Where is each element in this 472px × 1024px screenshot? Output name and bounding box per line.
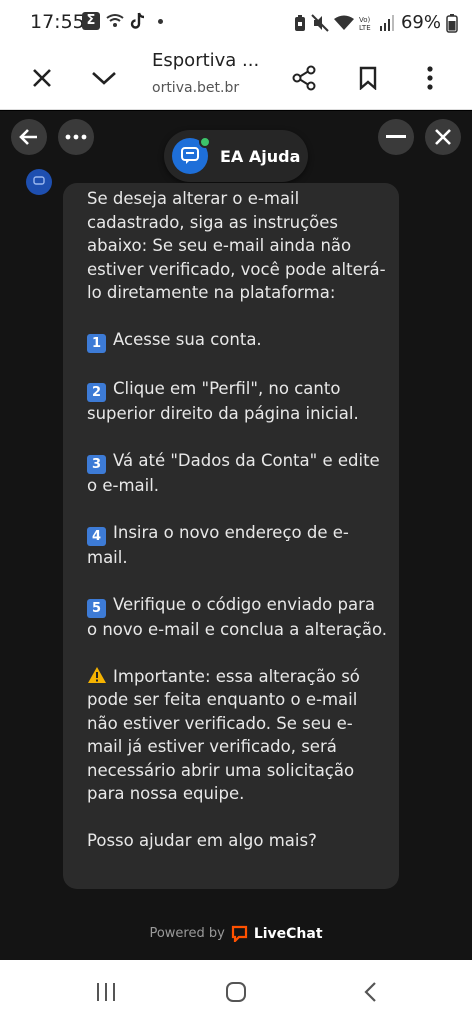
recents-button[interactable] (84, 976, 128, 1008)
step-3: 3 Vá até "Dados da Conta" e edite o e-mai… (87, 449, 387, 498)
expand-button[interactable] (82, 56, 126, 100)
step-4: 4 Insira o novo endereço de e-mail. (87, 521, 387, 570)
closing-question: Posso ajudar em algo mais? (87, 831, 317, 850)
chat-bubble-icon (33, 176, 45, 185)
warning-icon (88, 666, 106, 683)
page-title[interactable]: Esportiva ... (152, 50, 259, 71)
wifi-call-icon (106, 14, 124, 27)
step-text: Vá até "Dados da Conta" e edite o e-mail… (87, 450, 380, 495)
signal-icon (379, 14, 394, 31)
agent-avatar (172, 136, 211, 174)
recents-icon (97, 983, 115, 1001)
volte-icon: Vo)LTE (359, 16, 371, 32)
message-intro: Se deseja alterar o e-mail cadastrado, s… (87, 189, 386, 302)
svg-text:LTE: LTE (359, 24, 371, 32)
online-status-dot (199, 136, 211, 148)
important-note: Importante: essa alteração só pode ser f… (87, 665, 387, 806)
important-text: Importante: essa alteração só pode ser f… (87, 666, 360, 804)
android-nav-bar (0, 960, 472, 1024)
livechat-brand: LiveChat (253, 925, 323, 942)
keycap-1-icon: 1 (87, 334, 106, 353)
minimize-icon (386, 135, 406, 138)
more-horiz-icon (65, 134, 87, 140)
nav-back-button[interactable] (348, 976, 392, 1008)
chat-widget: EA Ajuda Se deseja alterar o e-mail cada… (0, 111, 472, 960)
back-icon (364, 982, 376, 1002)
step-text: Verifique o código enviado para o novo e… (87, 594, 387, 639)
battery-percent: 69% (400, 12, 441, 33)
livechat-logo-icon (231, 925, 247, 942)
status-time: 17:55 (30, 11, 85, 33)
message-avatar (26, 169, 52, 195)
step-text: Insira o novo endereço de e-mail. (87, 522, 349, 567)
notification-icons: Σ (82, 12, 163, 30)
keycap-3-icon: 3 (87, 454, 106, 474)
keycap-2-icon: 2 (87, 382, 106, 402)
bookmark-button[interactable] (346, 56, 390, 100)
share-button[interactable] (282, 56, 326, 100)
browser-toolbar: Esportiva ... ortiva.bet.br (0, 46, 472, 110)
step-1: 1 Acesse sua conta. (87, 328, 387, 353)
agent-name: EA Ajuda (220, 146, 301, 166)
system-icons: Vo) LTE 69% (294, 12, 458, 33)
more-vert-icon (427, 66, 433, 90)
battery-icon (446, 13, 458, 33)
home-button[interactable] (214, 976, 258, 1008)
svg-text:Vo): Vo) (359, 16, 371, 24)
page-url[interactable]: ortiva.bet.br (152, 80, 239, 96)
status-bar: 17:55 Σ Vo) LTE 69% (0, 0, 472, 46)
home-icon (226, 982, 246, 1002)
keycap-5-icon: 5 (87, 598, 106, 618)
chevron-down-icon (92, 72, 116, 85)
step-5: 5 Verifique o código enviado para o novo … (87, 593, 387, 642)
mute-icon (311, 13, 329, 32)
sigma-app-icon: Σ (82, 12, 100, 30)
back-button[interactable] (11, 119, 47, 155)
more-options-button[interactable] (408, 56, 452, 100)
bookmark-icon (359, 66, 377, 90)
agent-message: Se deseja alterar o e-mail cadastrado, s… (63, 183, 399, 889)
arrow-left-icon (19, 129, 37, 145)
wifi-icon (333, 15, 354, 30)
powered-by-footer[interactable]: Powered by LiveChat (0, 925, 472, 942)
close-button[interactable] (20, 56, 64, 100)
close-icon (435, 129, 451, 145)
keycap-4-icon: 4 (87, 526, 106, 546)
close-chat-button[interactable] (425, 119, 461, 155)
battery-saver-icon (294, 14, 305, 31)
dot-icon (158, 18, 163, 24)
powered-by-text: Powered by (149, 926, 225, 941)
step-text: Acesse sua conta. (113, 330, 262, 349)
chat-bubble-icon (181, 147, 199, 164)
minimize-button[interactable] (378, 119, 414, 155)
step-text: Clique em "Perfil", no canto superior di… (87, 378, 359, 423)
step-2: 2 Clique em "Perfil", no canto superior d… (87, 377, 387, 426)
agent-header: EA Ajuda (164, 130, 308, 182)
chat-menu-button[interactable] (58, 119, 94, 155)
tiktok-icon (130, 12, 145, 29)
share-icon (292, 65, 316, 91)
close-icon (33, 69, 51, 87)
